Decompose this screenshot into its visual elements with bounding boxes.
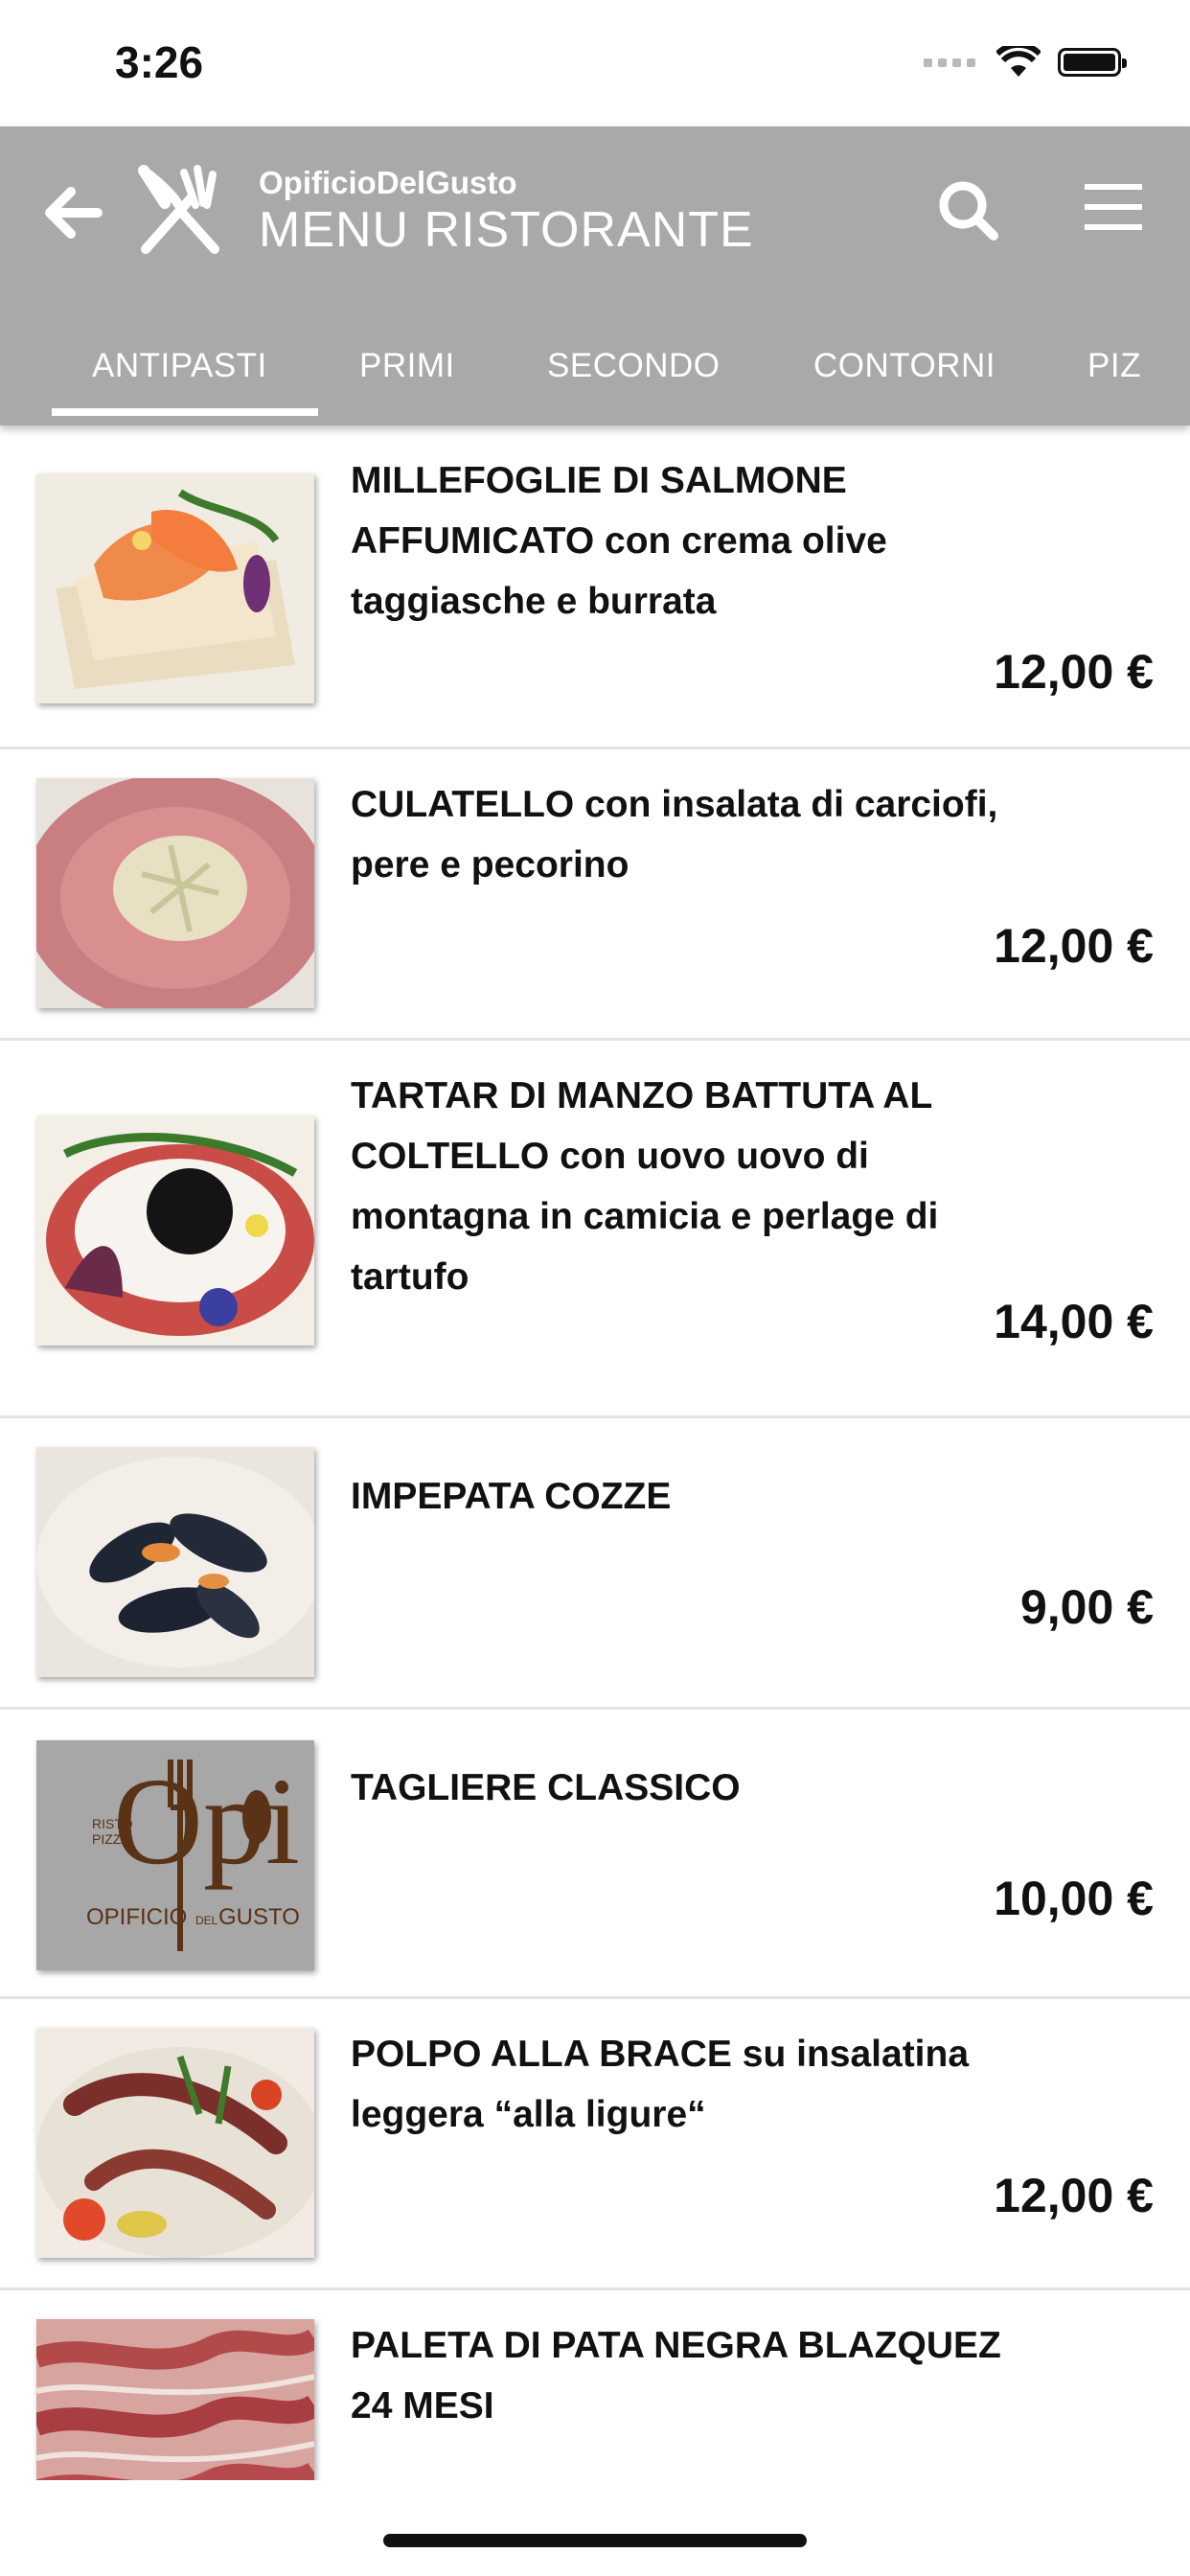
item-name: CULATELLO con insalata di carciofi, pere… — [351, 784, 998, 886]
hamburger-menu-icon[interactable] — [1083, 178, 1144, 236]
logo-text-gusto: GUSTO — [218, 1904, 300, 1930]
list-item[interactable]: TARTAR DI MANZO BATTUTA AL COLTELLO con … — [0, 1041, 1190, 1418]
logo-text-opi: Opi — [113, 1753, 300, 1891]
search-icon[interactable] — [934, 176, 1001, 243]
status-bar: 3:26 — [0, 0, 1190, 126]
selected-tab-indicator — [52, 408, 318, 416]
list-item[interactable]: MILLEFOGLIE DI SALMONE AFFUMICATO con cr… — [0, 426, 1190, 749]
logo-text-pizza: PIZZA — [92, 1831, 130, 1847]
tab-antipasti[interactable]: ANTIPASTI — [92, 347, 267, 385]
restaurant-logo-placeholder: Opi RISTO PIZZA OPIFICIO DEL GUSTO — [36, 1740, 314, 1970]
list-item[interactable]: Opi RISTO PIZZA OPIFICIO DEL GUSTO TAGLI… — [0, 1710, 1190, 1999]
cutlery-icon — [138, 165, 219, 254]
dish-photo — [36, 1447, 314, 1677]
menu-list[interactable]: MILLEFOGLIE DI SALMONE AFFUMICATO con cr… — [0, 426, 1190, 2480]
cellular-signal-icon — [924, 57, 979, 68]
tab-primi[interactable]: PRIMI — [359, 347, 455, 385]
battery-icon — [1058, 48, 1127, 77]
wifi-icon — [996, 46, 1041, 77]
app-bar: OpificioDelGusto MENU RISTORANTE ANTIPAS… — [0, 126, 1190, 426]
item-name: TAGLIERE CLASSICO — [351, 1767, 741, 1808]
item-price: 9,00 € — [1019, 1580, 1154, 1634]
item-price: 12,00 € — [994, 2169, 1154, 2222]
dish-photo — [36, 473, 314, 703]
item-name: MILLEFOGLIE DI SALMONE AFFUMICATO con cr… — [351, 460, 887, 622]
tab-pizze[interactable]: PIZ — [1087, 347, 1141, 385]
item-price: 12,00 € — [994, 919, 1154, 973]
item-name: POLPO ALLA BRACE su insalatina leggera “… — [351, 2034, 970, 2135]
brand-name: OpificioDelGusto — [259, 165, 517, 200]
logo-text-opificio: OPIFICIO — [86, 1904, 187, 1930]
item-name: TARTAR DI MANZO BATTUTA AL COLTELLO con … — [351, 1075, 939, 1298]
tab-contorni[interactable]: CONTORNI — [813, 347, 995, 385]
tab-secondo[interactable]: SECONDO — [547, 347, 720, 385]
list-item[interactable]: POLPO ALLA BRACE su insalatina leggera “… — [0, 1999, 1190, 2290]
item-price: 10,00 € — [994, 1872, 1154, 1925]
logo-text-risto: RISTO — [92, 1816, 133, 1831]
status-time: 3:26 — [115, 37, 204, 87]
item-price: 14,00 € — [994, 1295, 1154, 1348]
status-icons — [924, 46, 1127, 79]
dish-photo — [36, 2028, 314, 2258]
item-price: 12,00 € — [994, 645, 1154, 699]
dish-photo — [36, 778, 314, 1008]
list-item[interactable]: CULATELLO con insalata di carciofi, pere… — [0, 749, 1190, 1041]
home-indicator[interactable] — [383, 2534, 807, 2547]
logo-text-del: DEL — [195, 1914, 218, 1927]
item-name: PALETA DI PATA NEGRA BLAZQUEZ 24 MESI — [351, 2325, 1001, 2426]
list-item[interactable]: IMPEPATA COZZE 9,00 € — [0, 1418, 1190, 1710]
page-title: MENU RISTORANTE — [259, 202, 754, 258]
back-arrow-icon[interactable] — [42, 182, 103, 243]
dish-photo — [36, 1116, 314, 1346]
item-name: IMPEPATA COZZE — [351, 1476, 672, 1517]
list-item[interactable]: PALETA DI PATA NEGRA BLAZQUEZ 24 MESI — [0, 2290, 1190, 2480]
dish-photo — [36, 2319, 314, 2480]
